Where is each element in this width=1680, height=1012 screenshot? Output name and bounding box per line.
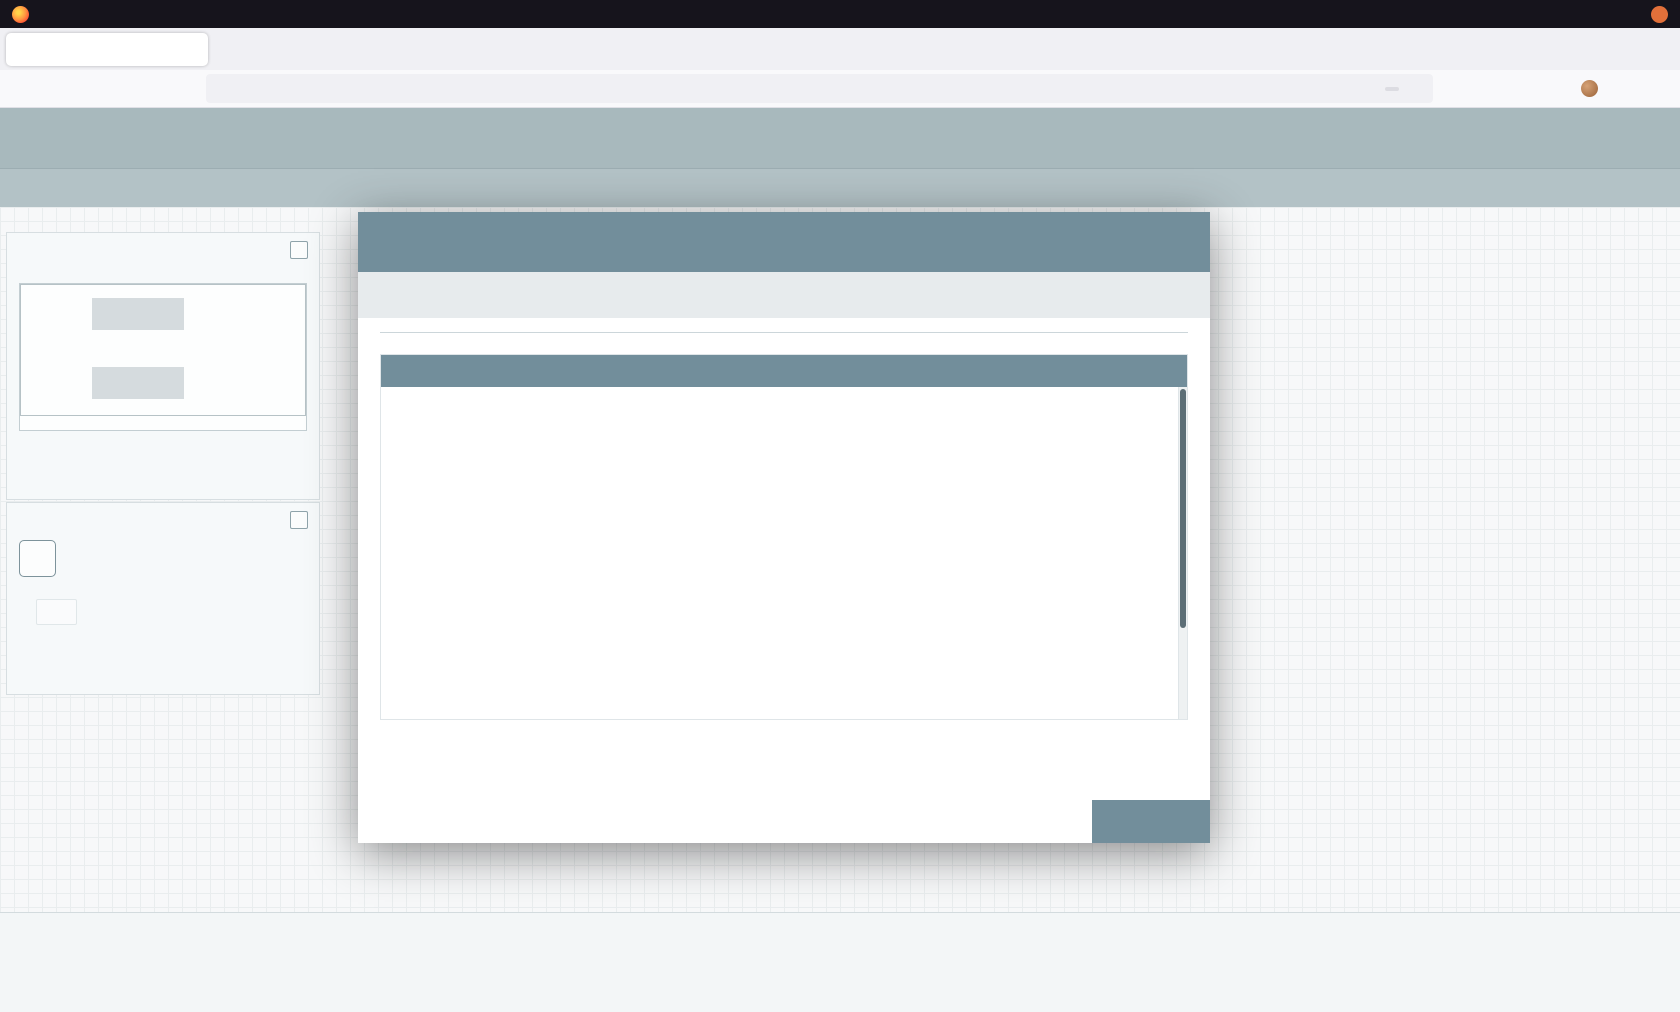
processor-details-dialog: [358, 212, 1210, 843]
close-window-button[interactable]: [1651, 6, 1668, 23]
minimize-button[interactable]: [1591, 7, 1605, 21]
account-icon[interactable]: [1515, 80, 1533, 98]
table-scrollbar-thumb[interactable]: [1180, 389, 1186, 628]
minus-icon: [294, 515, 305, 526]
ok-button[interactable]: [1092, 800, 1210, 843]
window-controls: [1591, 6, 1668, 23]
delete-button[interactable]: [36, 599, 77, 625]
search-icon[interactable]: [1612, 180, 1629, 197]
dialog-tabs: [380, 332, 1188, 333]
minimap-component: [92, 298, 184, 330]
dialog-body: [358, 318, 1210, 720]
dialog-status-row: [358, 272, 1210, 318]
profile-avatar[interactable]: [1581, 80, 1598, 97]
status-bar-right: [1612, 180, 1662, 197]
stop-configure-icon: [1164, 287, 1181, 304]
processor-icon: [24, 545, 51, 572]
selected-component-info: [7, 537, 319, 577]
canvas-footer: [0, 912, 1680, 1012]
properties-rows: [381, 387, 1187, 719]
nifi-status-bar: [0, 168, 1680, 207]
pocket-icon[interactable]: [1449, 80, 1467, 98]
nifi-drop-icon: [18, 127, 40, 153]
plus-icon: [225, 43, 238, 56]
extension-pinwheel-icon[interactable]: [1613, 80, 1631, 98]
reload-button[interactable]: [80, 76, 106, 102]
browser-menu-icon[interactable]: [1646, 81, 1662, 97]
nifi-header: [0, 108, 1680, 168]
minimap-component: [92, 367, 184, 399]
operate-panel-header: [7, 503, 319, 537]
operate-buttons-row2: [7, 599, 319, 625]
downloads-icon[interactable]: [1482, 80, 1500, 98]
minus-icon: [294, 245, 305, 256]
url-bar[interactable]: [206, 74, 1433, 103]
maximize-button[interactable]: [1621, 7, 1635, 21]
operate-icon: [18, 513, 32, 527]
navigate-panel-header: [7, 233, 319, 267]
table-scrollbar: [1178, 387, 1187, 719]
navigate-collapse-button[interactable]: [290, 241, 308, 259]
tab-close-icon[interactable]: [188, 44, 199, 55]
header-right: [1618, 127, 1662, 149]
component-id: [7, 577, 319, 593]
global-menu-icon[interactable]: [1636, 127, 1662, 149]
birdseye-minimap[interactable]: [19, 283, 307, 431]
bookmark-star-icon[interactable]: [1407, 81, 1422, 96]
browser-tab[interactable]: [6, 33, 208, 66]
firefox-logo-icon: [12, 6, 29, 23]
browser-toolbar: [0, 70, 1680, 108]
navigate-controls: [7, 267, 319, 273]
new-tab-button[interactable]: [218, 36, 244, 62]
tracking-protection-icon[interactable]: [217, 82, 231, 96]
refresh-icon[interactable]: [46, 180, 62, 196]
processor-badge: [19, 540, 56, 577]
running-status-icon: [380, 289, 393, 302]
flow-canvas[interactable]: [0, 207, 1680, 1012]
operate-collapse-button[interactable]: [290, 511, 308, 529]
navigate-panel: [6, 232, 320, 500]
panel-toggle-icon[interactable]: [1645, 180, 1662, 197]
lock-icon[interactable]: [239, 82, 253, 96]
ublock-extension-icon[interactable]: [1548, 80, 1566, 98]
back-button[interactable]: [12, 76, 38, 102]
navigate-icon: [18, 243, 32, 257]
refresh-group: [46, 180, 71, 196]
trash-icon: [47, 606, 60, 619]
nifi-logo: [16, 123, 40, 153]
operate-panel: [6, 502, 320, 695]
window-titlebar: [0, 0, 1680, 28]
browser-action-icons: [1449, 80, 1662, 98]
browser-tab-bar: [0, 28, 1680, 70]
properties-table-header: [381, 355, 1187, 387]
close-icon: [1655, 10, 1664, 19]
zoom-level-badge[interactable]: [1385, 87, 1399, 91]
nifi-favicon: [15, 42, 29, 56]
properties-table: [380, 354, 1188, 720]
stop-and-configure-button[interactable]: [1164, 287, 1188, 304]
dialog-header: [358, 212, 1210, 272]
forward-button[interactable]: [46, 76, 72, 102]
